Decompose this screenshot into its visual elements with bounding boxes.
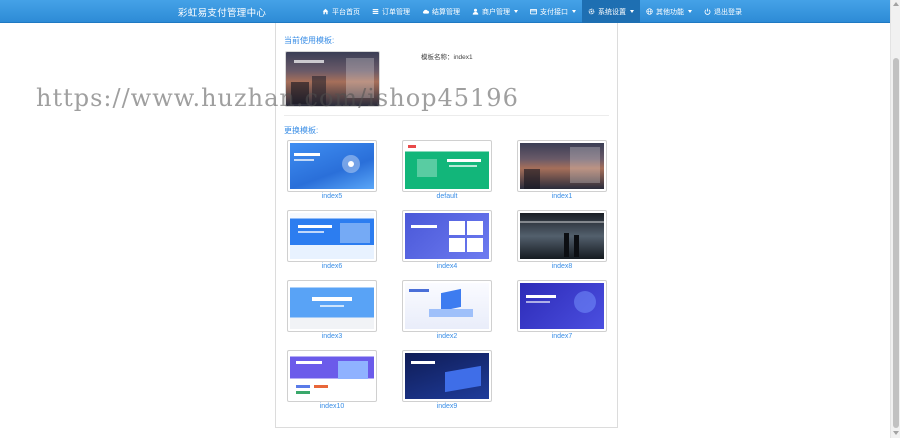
template-tile[interactable]: index5 (287, 140, 377, 200)
user-icon (472, 8, 479, 15)
template-name[interactable]: index10 (287, 403, 377, 410)
template-thumbnail[interactable] (402, 350, 492, 402)
nav-item-system-settings[interactable]: 系统设置 (582, 0, 640, 23)
nav-label: 订单管理 (382, 8, 410, 16)
template-name[interactable]: index9 (402, 403, 492, 410)
template-tile[interactable]: index1 (517, 140, 607, 200)
current-template-title: 当前使用模板: (284, 36, 335, 45)
template-thumbnail[interactable] (517, 210, 607, 262)
template-thumbnail[interactable] (517, 280, 607, 332)
chevron-down-icon (688, 10, 692, 13)
template-name[interactable]: index5 (287, 193, 377, 200)
template-tile[interactable]: default (402, 140, 492, 200)
cloud-icon (422, 9, 429, 14)
template-name[interactable]: index7 (517, 333, 607, 340)
template-tile[interactable]: index2 (402, 280, 492, 340)
template-thumbnail[interactable] (517, 140, 607, 192)
template-thumbnail[interactable] (287, 350, 377, 402)
change-template-title: 更换模板: (284, 126, 319, 135)
template-thumbnail[interactable] (402, 210, 492, 262)
template-name[interactable]: index2 (402, 333, 492, 340)
template-thumbnail[interactable] (402, 140, 492, 192)
gear-icon (588, 8, 595, 15)
divider (284, 115, 609, 116)
nav-label: 商户管理 (482, 8, 510, 16)
home-icon (322, 8, 329, 15)
list-icon (372, 9, 379, 14)
brand-title[interactable]: 彩虹易支付管理中心 (178, 5, 266, 19)
nav-item-payment[interactable]: 支付接口 (524, 0, 582, 23)
nav-item-merchants[interactable]: 商户管理 (466, 0, 524, 23)
template-name[interactable]: index6 (287, 263, 377, 270)
card-icon (530, 8, 537, 15)
nav-label: 系统设置 (598, 8, 626, 16)
template-name[interactable]: index1 (517, 193, 607, 200)
chevron-down-icon (630, 10, 634, 13)
template-tile[interactable]: index9 (402, 350, 492, 410)
scroll-up-icon[interactable] (893, 2, 899, 6)
page-scrollbar[interactable] (890, 0, 900, 438)
template-name[interactable]: index3 (287, 333, 377, 340)
nav-item-settlement[interactable]: 结算管理 (416, 0, 466, 23)
template-name[interactable]: index4 (402, 263, 492, 270)
template-name[interactable]: default (402, 193, 492, 200)
main-nav: 平台首页 订单管理 结算管理 商户管理 支付接口 系统设置 其他功能 退出登录 (316, 0, 748, 23)
nav-label: 结算管理 (432, 8, 460, 16)
template-tile[interactable]: index4 (402, 210, 492, 270)
nav-label: 退出登录 (714, 8, 742, 16)
globe-icon (646, 8, 653, 15)
template-thumbnail[interactable] (287, 140, 377, 192)
current-template-name: 模板名称：index1 (421, 54, 473, 61)
nav-item-home[interactable]: 平台首页 (316, 0, 366, 23)
top-navbar: 彩虹易支付管理中心 平台首页 订单管理 结算管理 商户管理 支付接口 系统设置 (0, 0, 890, 23)
template-thumbnail[interactable] (287, 280, 377, 332)
template-tile[interactable]: index6 (287, 210, 377, 270)
nav-item-orders[interactable]: 订单管理 (366, 0, 416, 23)
scroll-thumb[interactable] (893, 58, 899, 428)
nav-label: 支付接口 (540, 8, 568, 16)
nav-item-other[interactable]: 其他功能 (640, 0, 698, 23)
chevron-down-icon (572, 10, 576, 13)
power-icon (704, 8, 711, 15)
watermark-text: https://www.huzhan.com/ishop45196 (36, 84, 519, 112)
scroll-down-icon[interactable] (893, 431, 899, 435)
template-thumbnail[interactable] (287, 210, 377, 262)
template-tile[interactable]: index3 (287, 280, 377, 340)
chevron-down-icon (514, 10, 518, 13)
template-name[interactable]: index8 (517, 263, 607, 270)
nav-label: 平台首页 (332, 8, 360, 16)
template-thumbnail[interactable] (402, 280, 492, 332)
template-tile[interactable]: index7 (517, 280, 607, 340)
nav-item-logout[interactable]: 退出登录 (698, 0, 748, 23)
template-tile[interactable]: index8 (517, 210, 607, 270)
nav-label: 其他功能 (656, 8, 684, 16)
template-tile[interactable]: index10 (287, 350, 377, 410)
